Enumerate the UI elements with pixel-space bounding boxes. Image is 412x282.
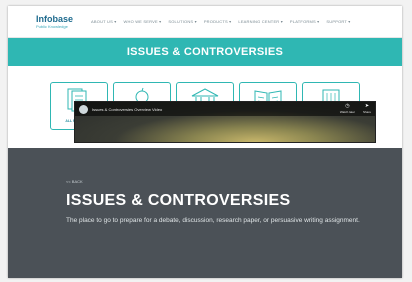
page-title: ISSUES & CONTROVERSIES [66,192,291,209]
logo-text: Infobase [36,13,74,24]
watch-later-label: Watch later [339,110,355,114]
nav-item-support[interactable]: SUPPORT ▾ [326,19,350,24]
share-icon: ➤ [364,103,370,109]
video-title-bar: Issues & Controversies Overview Video ◷ … [75,102,375,116]
video-player[interactable]: Issues & Controversies Overview Video ◷ … [74,101,376,143]
clock-icon: ◷ [345,103,350,109]
channel-avatar[interactable] [79,104,88,114]
hero-section: << BACK ISSUES & CONTROVERSIES The place… [8,148,402,278]
browser-frame: Infobase Public Knowledge ABOUT US ▾ WHO… [8,6,402,278]
nav-item-who-we-serve[interactable]: WHO WE SERVE ▾ [124,19,162,24]
page-description: The place to go to prepare for a debate,… [66,217,360,224]
video-title[interactable]: Issues & Controversies Overview Video [92,107,332,112]
nav-item-about-us[interactable]: ABOUT US ▾ [91,19,117,24]
nav-item-products[interactable]: PRODUCTS ▾ [204,19,232,24]
infobase-logo[interactable]: Infobase Public Knowledge [36,13,74,29]
nav-item-learning-center[interactable]: LEARNING CENTER ▾ [238,19,283,24]
share-button[interactable]: ➤ Share [362,103,371,115]
logo-tagline: Public Knowledge [36,23,68,29]
back-link[interactable]: << BACK [66,179,402,184]
nav-item-solutions[interactable]: SOLUTIONS ▾ [168,19,196,24]
share-label: Share [362,110,371,114]
title-banner: ISSUES & CONTROVERSIES [8,38,402,66]
top-navigation: Infobase Public Knowledge ABOUT US ▾ WHO… [8,6,402,38]
banner-title: ISSUES & CONTROVERSIES [126,46,284,58]
nav-item-platforms[interactable]: PLATFORMS ▾ [290,19,319,24]
watch-later-button[interactable]: ◷ Watch later [339,103,355,115]
nav-menu: ABOUT US ▾ WHO WE SERVE ▾ SOLUTIONS ▾ PR… [91,19,351,24]
